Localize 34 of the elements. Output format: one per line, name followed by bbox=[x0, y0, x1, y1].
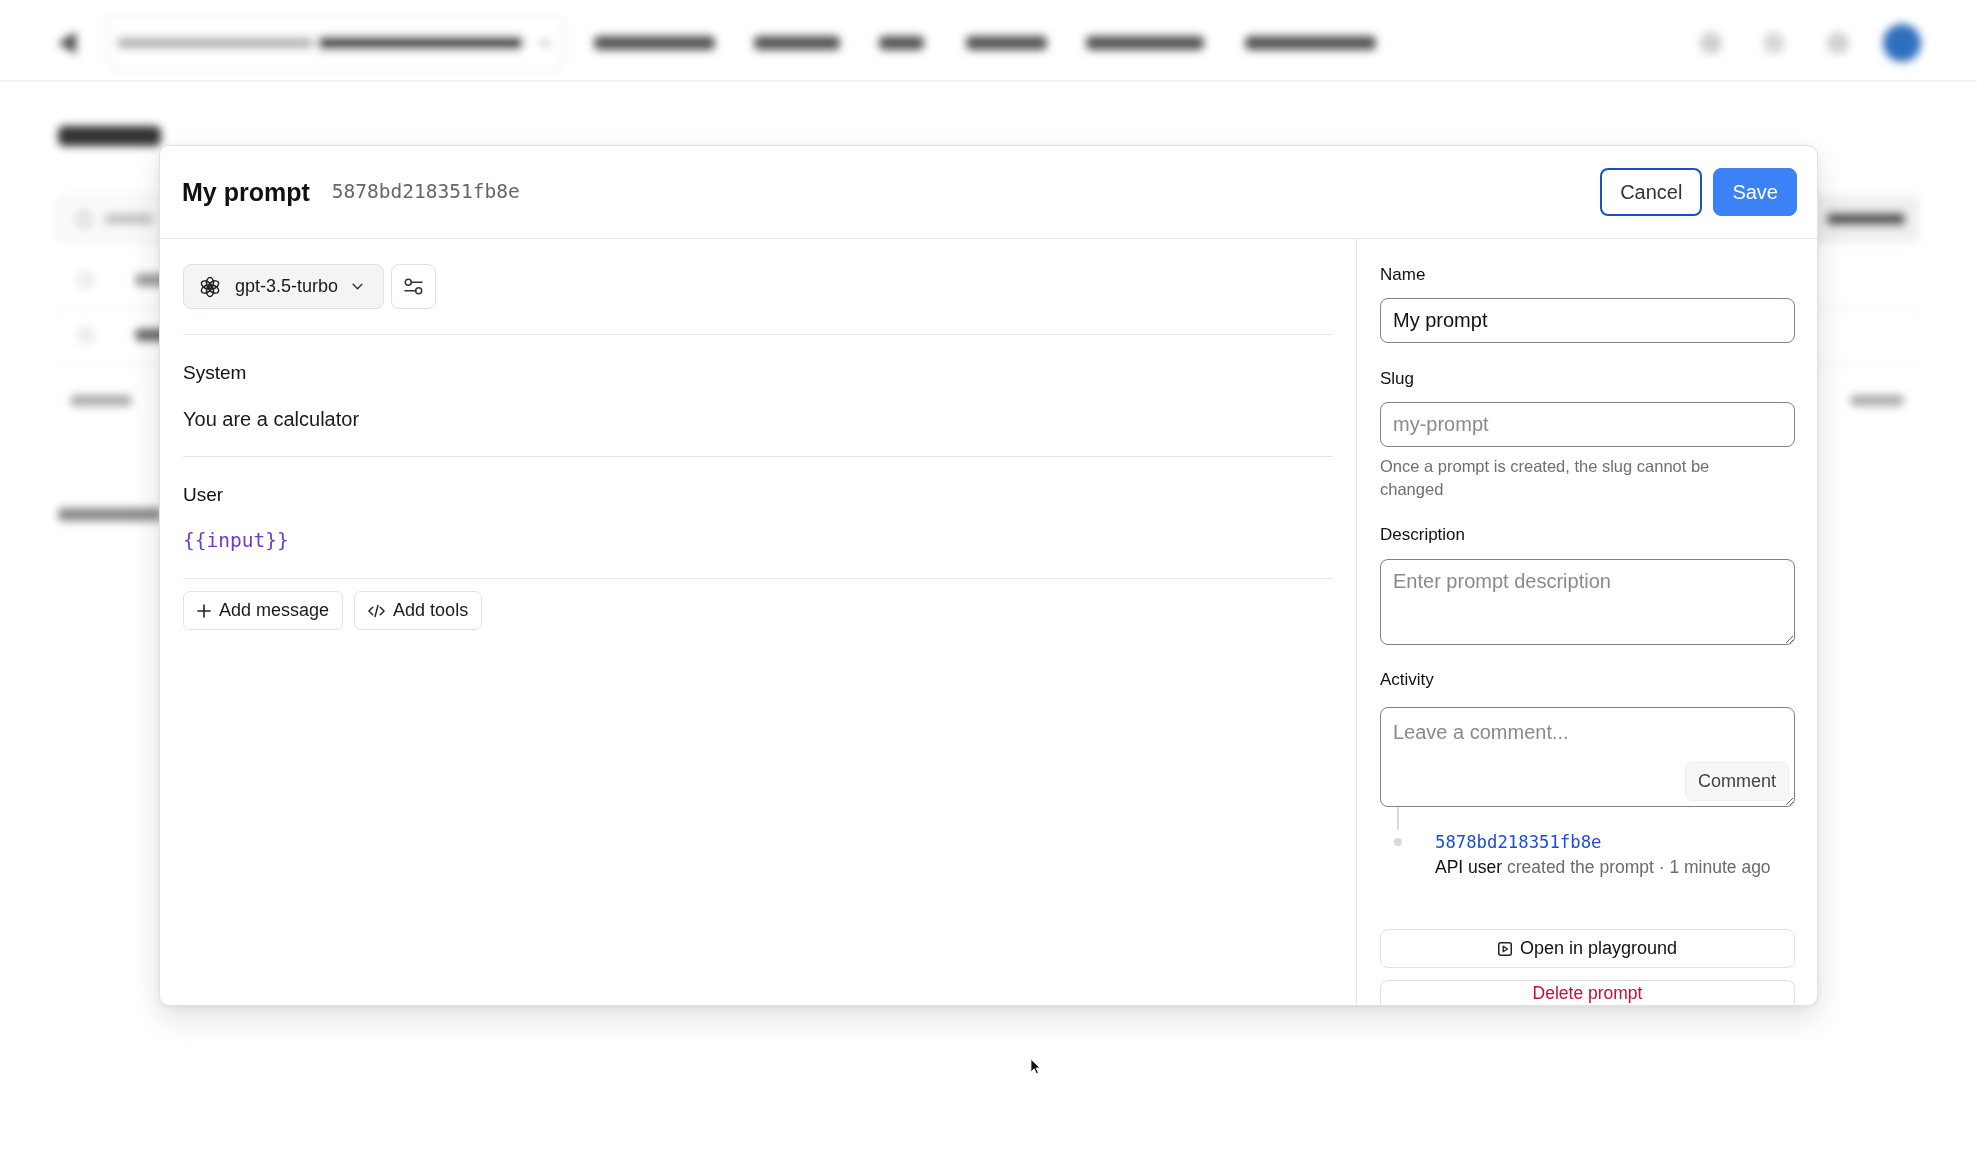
comment-button[interactable]: Comment bbox=[1684, 762, 1789, 801]
message-role: System bbox=[183, 361, 248, 385]
action-button[interactable]: Add tools bbox=[354, 591, 483, 630]
template-variable: {{input}} bbox=[183, 529, 290, 553]
field-label: Activity bbox=[1380, 669, 1435, 691]
cancel-button[interactable]: Cancel bbox=[1600, 168, 1703, 216]
field-label: Description bbox=[1380, 524, 1467, 546]
text-field[interactable]: My prompt bbox=[1380, 298, 1795, 343]
message-text: You are a calculator bbox=[183, 407, 361, 431]
text-field[interactable]: my-prompt bbox=[1380, 402, 1795, 447]
settings-button[interactable] bbox=[391, 264, 437, 309]
timeline-line bbox=[1397, 807, 1399, 830]
field-label: Slug bbox=[1380, 368, 1416, 390]
playground-button[interactable]: Open in playground bbox=[1380, 929, 1795, 968]
save-button[interactable]: Save bbox=[1713, 168, 1797, 216]
delete-button[interactable]: Delete prompt bbox=[1380, 980, 1795, 1005]
chevron-down-icon bbox=[352, 283, 364, 290]
field-label: Name bbox=[1380, 264, 1427, 286]
rosette-logo-icon bbox=[199, 275, 221, 298]
prompt-id: 5878bd218351fb8e bbox=[331, 179, 520, 205]
code-icon bbox=[368, 603, 386, 618]
sliders-icon bbox=[404, 278, 424, 295]
version-link[interactable]: 5878bd218351fb8e bbox=[1435, 830, 1602, 854]
model-dropdown[interactable]: gpt-3.5-turbo bbox=[183, 264, 385, 309]
plus-icon bbox=[197, 603, 211, 618]
action-button[interactable]: Add message bbox=[183, 591, 344, 630]
dialog-title: My prompt bbox=[182, 177, 310, 207]
message-role: User bbox=[183, 483, 225, 507]
play-square-icon bbox=[1497, 941, 1512, 956]
text-area-field[interactable]: Enter prompt description bbox=[1380, 559, 1795, 645]
activity-text: API user created the prompt · 1 minute ago bbox=[1435, 856, 1771, 879]
mouse-pointer-icon bbox=[1030, 1058, 1041, 1075]
help-text: Once a prompt is created, the slug cannot be changed bbox=[1380, 456, 1711, 500]
timeline-dot-icon bbox=[1394, 838, 1402, 846]
